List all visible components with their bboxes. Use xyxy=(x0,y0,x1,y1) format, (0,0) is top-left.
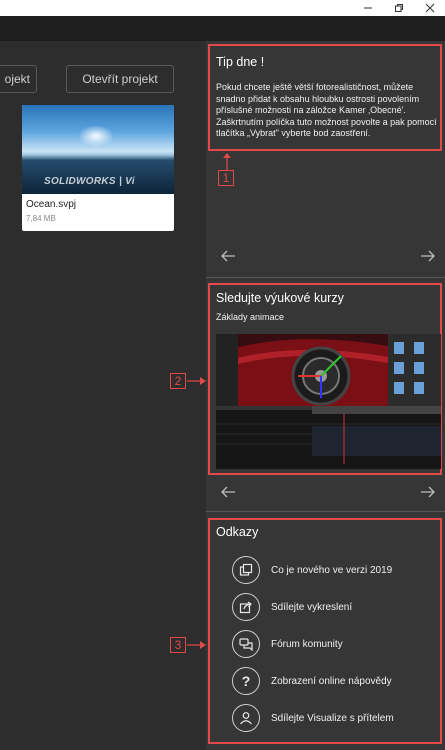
chat-bubbles-icon xyxy=(232,630,260,658)
link-label: Fórum komunity xyxy=(271,638,343,650)
tip-title: Tip dne ! xyxy=(216,55,265,69)
links-title: Odkazy xyxy=(216,525,259,539)
sun-glow xyxy=(78,125,114,147)
link-label: Sdílejte Visualize s přítelem xyxy=(271,712,394,724)
tutorial-next-arrow-icon[interactable] xyxy=(420,486,436,498)
callout-1-arrow xyxy=(223,153,231,170)
callout-2-arrow xyxy=(187,377,206,385)
link-label: Zobrazení online nápovědy xyxy=(271,675,392,687)
top-band xyxy=(0,16,445,41)
callout-2: 2 xyxy=(170,373,186,389)
recent-project-card[interactable]: SOLIDWORKS | Vi Ocean.svpj 7,84 MB xyxy=(22,105,174,231)
tip-text: Pokud chcete ještě větší fotorealistično… xyxy=(216,82,437,138)
user-icon xyxy=(232,704,260,732)
tip-next-arrow-icon[interactable] xyxy=(420,250,436,262)
close-icon[interactable] xyxy=(418,0,442,16)
tutorial-video-thumbnail[interactable] xyxy=(216,334,441,469)
callout-3-arrow xyxy=(187,641,206,649)
tutorials-subtitle: Základy animace xyxy=(216,312,285,322)
new-project-button[interactable]: ojekt xyxy=(0,65,37,93)
callout-3: 3 xyxy=(170,637,186,653)
project-file-name: Ocean.svpj xyxy=(26,199,77,210)
restore-icon[interactable] xyxy=(387,0,411,16)
callout-1: 1 xyxy=(218,170,234,186)
link-online-help[interactable]: ? Zobrazení online nápovědy xyxy=(232,666,392,696)
tutorials-title: Sledujte výukové kurzy xyxy=(216,291,344,305)
link-community-forum[interactable]: Fórum komunity xyxy=(232,629,343,659)
tutorial-prev-arrow-icon[interactable] xyxy=(220,486,236,498)
window-title-bar xyxy=(0,0,445,16)
share-icon xyxy=(232,593,260,621)
link-whats-new[interactable]: Co je nového ve verzi 2019 xyxy=(232,555,392,585)
open-project-button[interactable]: Otevřít projekt xyxy=(66,65,174,93)
solidworks-watermark: SOLIDWORKS | Vi xyxy=(44,176,135,187)
project-thumbnail: SOLIDWORKS | Vi xyxy=(22,105,174,194)
question-icon: ? xyxy=(232,667,260,695)
copy-icon xyxy=(232,556,260,584)
panel-divider xyxy=(206,511,445,512)
link-share-with-friend[interactable]: Sdílejte Visualize s přítelem xyxy=(232,703,394,733)
link-label: Sdílejte vykreslení xyxy=(271,601,353,613)
minimize-icon[interactable] xyxy=(356,0,380,16)
panel-divider xyxy=(206,277,445,278)
link-label: Co je nového ve verzi 2019 xyxy=(271,564,393,576)
project-file-size: 7,84 MB xyxy=(26,214,56,223)
link-share-render[interactable]: Sdílejte vykreslení xyxy=(232,592,352,622)
tip-prev-arrow-icon[interactable] xyxy=(220,250,236,262)
